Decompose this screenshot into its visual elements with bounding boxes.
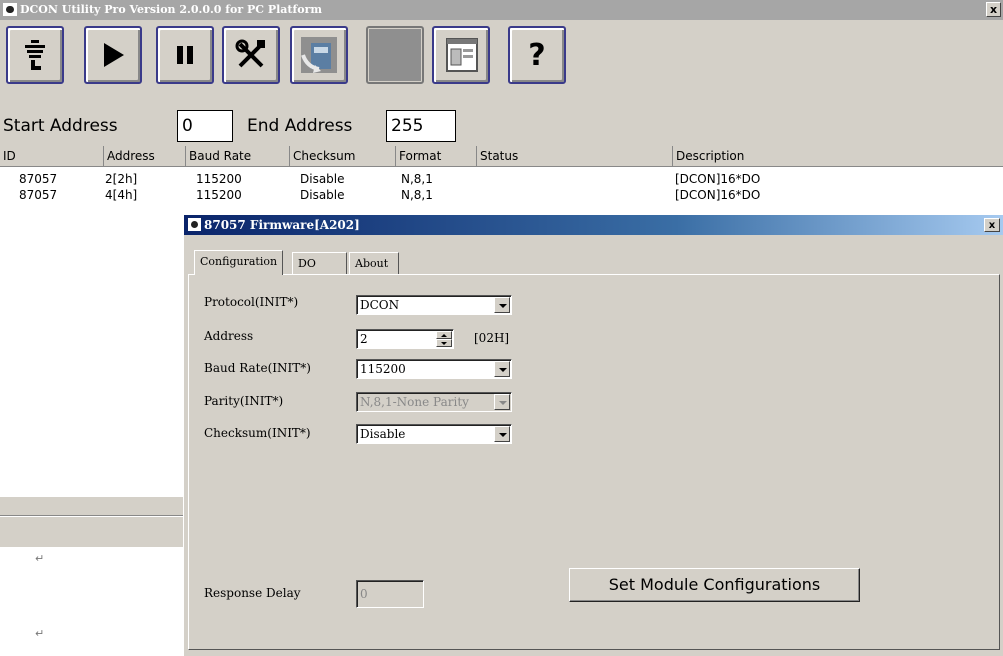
address-range-bar: Start Address 0 End Address 255 [0,110,1003,146]
parity-value: N,8,1-None Parity [360,395,469,409]
protocol-label: Protocol(INIT*) [204,295,299,309]
module-icon [292,28,346,82]
tab-do[interactable]: DO [292,252,347,274]
parity-label: Parity(INIT*) [204,394,284,408]
firmware-dialog: 87057 Firmware[A202] x Configuration DO … [183,215,1003,656]
row-address: 2[2h] [105,172,138,186]
baud-rate-value: 115200 [360,362,406,376]
response-delay-value: 0 [360,587,368,601]
window-icon [434,28,488,82]
column-id[interactable]: ID [0,146,103,166]
chevron-down-icon[interactable] [494,361,510,377]
column-checksum[interactable]: Checksum [289,146,395,166]
row-checksum: Disable [300,188,345,202]
address-spinner[interactable]: 2 [356,329,454,349]
dialog-close-icon[interactable]: x [984,218,1000,232]
chevron-down-icon[interactable] [494,297,510,313]
dialog-title: 87057 Firmware[A202] [204,218,360,232]
checksum-select[interactable]: Disable [356,424,512,444]
checksum-value: Disable [360,427,406,441]
help-button[interactable]: ? [508,26,566,84]
pause-button[interactable] [156,26,214,84]
spin-down-icon[interactable] [436,339,452,347]
row-address: 4[4h] [105,188,138,202]
start-address-input[interactable]: 0 [177,110,233,142]
tools-icon [224,28,278,82]
spinner-arrows-icon[interactable] [436,331,452,347]
enter-mark: ↵ [35,552,45,565]
column-description[interactable]: Description [672,146,1003,166]
chevron-down-icon [494,394,510,410]
set-module-configurations-button[interactable]: Set Module Configurations [569,568,860,602]
baud-rate-label: Baud Rate(INIT*) [204,361,311,375]
spin-up-icon[interactable] [436,331,452,339]
end-address-input[interactable]: 255 [386,110,456,142]
app-title-bar: DCON Utility Pro Version 2.0.0.0 for PC … [0,0,1003,20]
dialog-app-icon [188,218,201,231]
pause-icon [158,28,212,82]
left-pane-footer [0,497,183,547]
parity-select: N,8,1-None Parity [356,392,512,412]
blank-icon [368,28,422,82]
toolbar: ? [0,20,1003,110]
protocol-value: DCON [360,298,400,312]
start-address-label: Start Address [3,116,118,136]
tools-button[interactable] [222,26,280,84]
module-button[interactable] [290,26,348,84]
row-baud: 115200 [196,188,242,202]
row-format: N,8,1 [401,188,433,202]
row-baud: 115200 [196,172,242,186]
play-icon [86,28,140,82]
response-delay-label: Response Delay [204,586,301,600]
address-label: Address [204,329,254,343]
checksum-label: Checksum(INIT*) [204,426,311,440]
help-icon: ? [528,37,546,73]
app-icon [3,3,17,16]
search-icon [8,28,62,82]
column-status[interactable]: Status [476,146,672,166]
window-button[interactable] [432,26,490,84]
app-title: DCON Utility Pro Version 2.0.0.0 for PC … [20,3,323,16]
column-baud-rate[interactable]: Baud Rate [185,146,289,166]
disabled-button [366,26,424,84]
address-value: 2 [360,332,368,346]
chevron-down-icon[interactable] [494,426,510,442]
address-hex-label: [02H] [474,331,510,345]
column-format[interactable]: Format [395,146,476,166]
enter-mark: ↵ [35,627,45,640]
column-address[interactable]: Address [103,146,185,166]
protocol-select[interactable]: DCON [356,295,512,315]
module-list-header: ID Address Baud Rate Checksum Format Sta… [0,146,1003,167]
search-button[interactable] [6,26,64,84]
tab-configuration[interactable]: Configuration [194,250,284,275]
row-description: [DCON]16*DO [675,172,761,186]
end-address-label: End Address [247,116,353,136]
baud-rate-select[interactable]: 115200 [356,359,512,379]
row-description: [DCON]16*DO [675,188,761,202]
play-button[interactable] [84,26,142,84]
row-id: 87057 [19,188,58,202]
dialog-title-bar[interactable]: 87057 Firmware[A202] x [184,215,1003,235]
row-checksum: Disable [300,172,345,186]
response-delay-input: 0 [356,580,424,608]
row-format: N,8,1 [401,172,433,186]
close-icon[interactable]: x [986,2,1001,17]
tab-about[interactable]: About [349,252,399,274]
row-id: 87057 [19,172,58,186]
